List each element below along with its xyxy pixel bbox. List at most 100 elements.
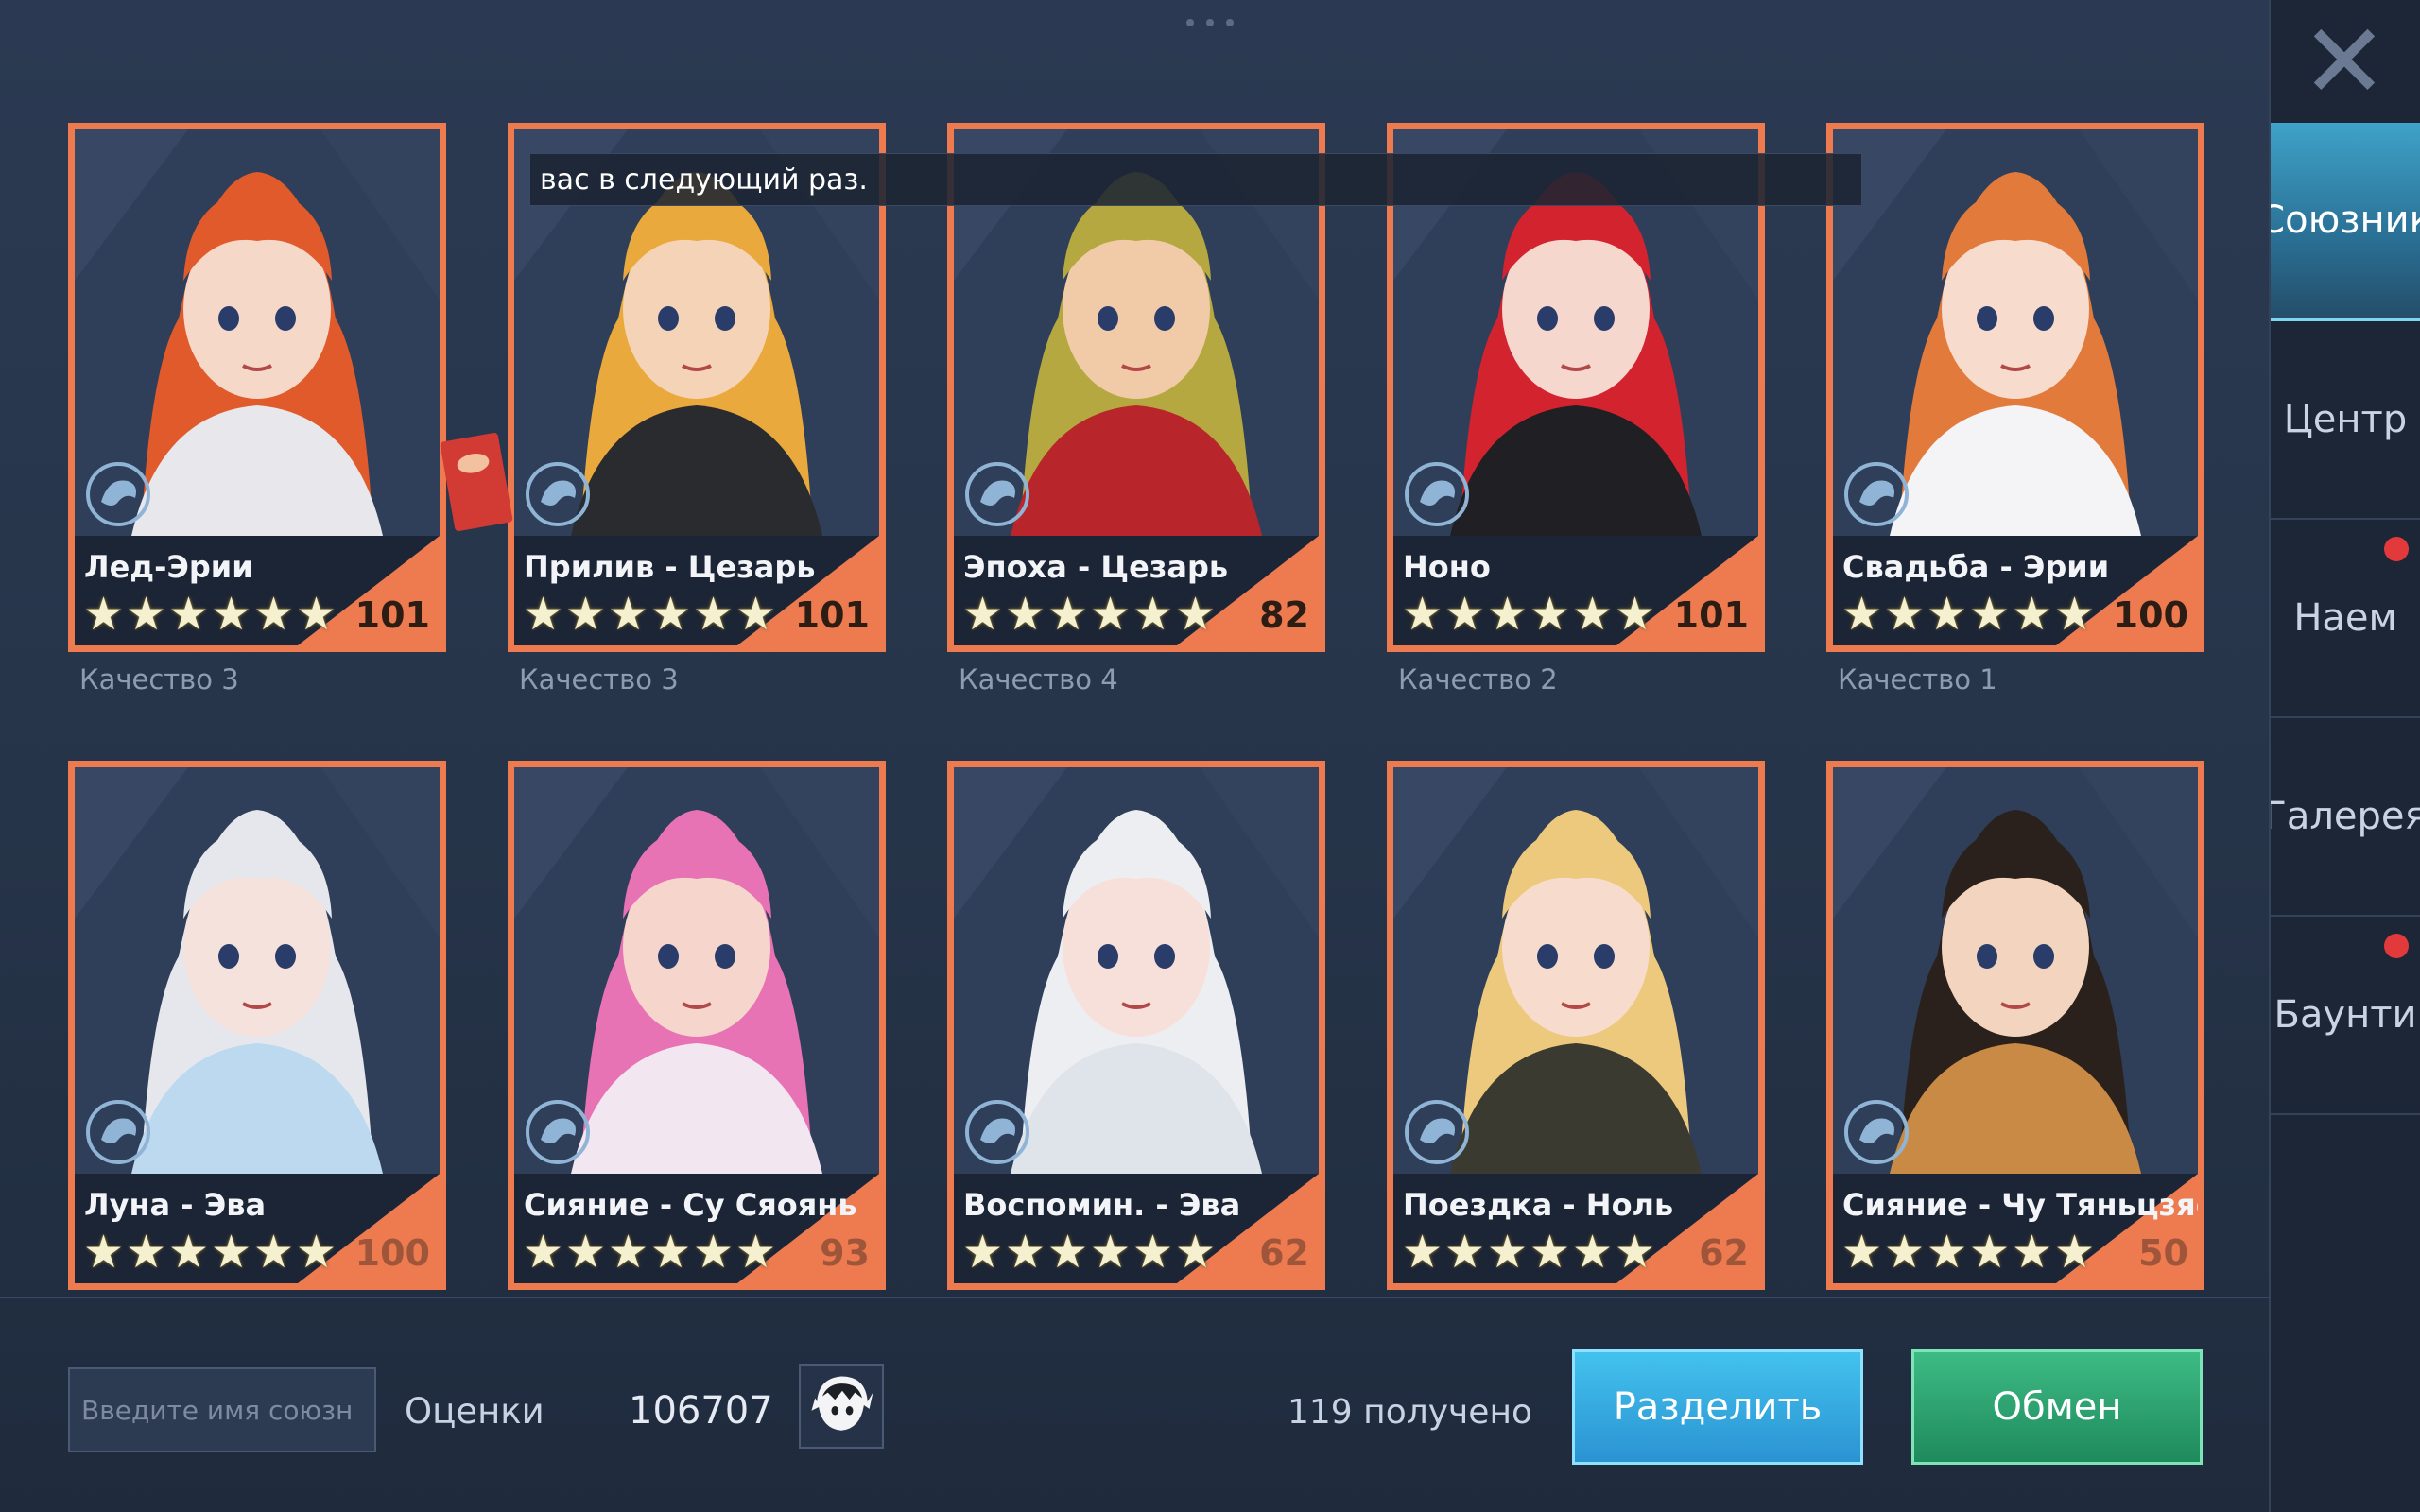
ally-card[interactable]: Лед-Эрии ★ ★ ★ ★ ★ ★ 101 Качество 3 — [68, 123, 446, 709]
rating-value: 106707 — [629, 1389, 773, 1433]
card-body: Сияние - Су Сяоянь ★ ★ ★ ★ ★ ★ 93 — [514, 767, 879, 1283]
star-icon: ★ — [564, 588, 607, 641]
faction-emblem-icon — [1405, 462, 1469, 526]
star-icon: ★ — [522, 1226, 564, 1279]
star-icon: ★ — [1401, 588, 1443, 641]
star-icon: ★ — [1529, 1226, 1571, 1279]
nav-item-4[interactable]: Баунти — [2271, 917, 2420, 1115]
star-icon: ★ — [82, 1226, 125, 1279]
ally-card[interactable]: Луна - Эва ★ ★ ★ ★ ★ ★ 100 — [68, 761, 446, 1347]
card-body: Сияние - Чу Тяньцзяо ★ ★ ★ ★ ★ ★ 50 — [1833, 767, 2198, 1283]
ally-card[interactable]: Прилив - Цезарь ★ ★ ★ ★ ★ ★ 101 Качество 3 — [508, 123, 886, 709]
quality-label: Качество 2 — [1398, 663, 1558, 696]
nav-item-label: Союзник — [2271, 198, 2420, 242]
ally-card[interactable]: Эпоха - Цезарь ★ ★ ★ ★ ★ ★ 82 Качество 4 — [947, 123, 1325, 709]
star-icon: ★ — [252, 588, 295, 641]
close-button[interactable]: ✕ — [2269, 0, 2420, 123]
ally-card[interactable]: Сияние - Чу Тяньцзяо ★ ★ ★ ★ ★ ★ 50 — [1826, 761, 2204, 1347]
star-rating: ★ ★ ★ ★ ★ ★ — [522, 1228, 777, 1276]
character-level: 62 — [1699, 1232, 1749, 1274]
card-body: Воспомин. - Эва ★ ★ ★ ★ ★ ★ 62 — [954, 767, 1319, 1283]
nav-item-label: Центр — [2283, 398, 2408, 441]
chibi-avatar-icon — [811, 1376, 873, 1431]
star-icon: ★ — [1174, 1226, 1217, 1279]
star-icon: ★ — [1614, 1226, 1656, 1279]
star-icon: ★ — [607, 1226, 649, 1279]
split-button[interactable]: Разделить — [1572, 1349, 1863, 1465]
faction-emblem-icon — [965, 462, 1029, 526]
star-rating: ★ ★ ★ ★ ★ ★ — [522, 591, 777, 638]
star-icon: ★ — [1174, 588, 1217, 641]
drag-handle[interactable] — [1186, 17, 1234, 28]
star-icon: ★ — [1968, 588, 2011, 641]
star-icon: ★ — [961, 588, 1004, 641]
star-icon: ★ — [1529, 588, 1571, 641]
notification-dot-icon — [2384, 934, 2409, 958]
faction-emblem-icon — [526, 1100, 590, 1164]
ally-card[interactable]: Сияние - Су Сяоянь ★ ★ ★ ★ ★ ★ 93 — [508, 761, 886, 1347]
star-icon: ★ — [1926, 588, 1968, 641]
star-icon: ★ — [1004, 1226, 1046, 1279]
character-name: Поездка - Ноль — [1403, 1187, 1674, 1223]
card-body: Лед-Эрии ★ ★ ★ ★ ★ ★ 101 — [75, 129, 440, 645]
star-icon: ★ — [2011, 1226, 2053, 1279]
card-frame: Луна - Эва ★ ★ ★ ★ ★ ★ 100 — [68, 761, 446, 1290]
star-icon: ★ — [1486, 588, 1529, 641]
character-level: 101 — [354, 594, 430, 636]
star-rating: ★ ★ ★ ★ ★ ★ — [961, 1228, 1217, 1276]
star-icon: ★ — [735, 588, 777, 641]
star-icon: ★ — [167, 588, 210, 641]
star-icon: ★ — [1443, 588, 1486, 641]
nav-item-3[interactable]: Галерея — [2271, 718, 2420, 917]
star-icon: ★ — [1486, 1226, 1529, 1279]
star-icon: ★ — [2053, 1226, 2096, 1279]
received-count: 119 получено — [1288, 1393, 1533, 1432]
star-icon: ★ — [2011, 588, 2053, 641]
exchange-button[interactable]: Обмен — [1911, 1349, 2203, 1465]
nav-item-2[interactable]: Наем — [2271, 520, 2420, 718]
star-icon: ★ — [125, 588, 167, 641]
star-icon: ★ — [2053, 588, 2096, 641]
ally-card[interactable]: Воспомин. - Эва ★ ★ ★ ★ ★ ★ 62 — [947, 761, 1325, 1347]
character-name: Свадьба - Эрии — [1842, 549, 2110, 585]
star-icon: ★ — [564, 1226, 607, 1279]
faction-emblem-icon — [1405, 1100, 1469, 1164]
star-icon: ★ — [295, 588, 337, 641]
card-body: Эпоха - Цезарь ★ ★ ★ ★ ★ ★ 82 — [954, 129, 1319, 645]
star-icon: ★ — [1883, 1226, 1926, 1279]
card-frame: Свадьба - Эрии ★ ★ ★ ★ ★ ★ 100 — [1826, 123, 2204, 652]
card-body: Луна - Эва ★ ★ ★ ★ ★ ★ 100 — [75, 767, 440, 1283]
star-icon: ★ — [1046, 588, 1089, 641]
ally-name-search-input[interactable] — [68, 1367, 376, 1452]
character-name: Сияние - Су Сяоянь — [524, 1187, 857, 1223]
quality-label: Качество 1 — [1838, 663, 1997, 696]
nav-item-0[interactable]: Союзник — [2271, 123, 2420, 321]
rating-avatar-button[interactable] — [799, 1364, 884, 1449]
star-rating: ★ ★ ★ ★ ★ ★ — [82, 1228, 337, 1276]
ally-card[interactable]: Свадьба - Эрии ★ ★ ★ ★ ★ ★ 100 Качество 1 — [1826, 123, 2204, 709]
character-name: Ноно — [1403, 549, 1491, 585]
star-icon: ★ — [252, 1226, 295, 1279]
nav-item-label: Баунти — [2273, 993, 2417, 1037]
notification-text: вас в следующий раз. — [540, 163, 868, 197]
star-icon: ★ — [125, 1226, 167, 1279]
nav-item-1[interactable]: Центр — [2271, 321, 2420, 520]
star-icon: ★ — [607, 588, 649, 641]
faction-emblem-icon — [1844, 1100, 1909, 1164]
star-icon: ★ — [167, 1226, 210, 1279]
character-level: 100 — [2113, 594, 2188, 636]
rating-label: Оценки — [405, 1391, 544, 1432]
ally-card[interactable]: Поездка - Ноль ★ ★ ★ ★ ★ ★ 62 — [1387, 761, 1765, 1347]
star-icon: ★ — [210, 1226, 252, 1279]
ally-card[interactable]: Ноно ★ ★ ★ ★ ★ ★ 101 Качество 2 — [1387, 123, 1765, 709]
quality-label: Качество 3 — [79, 663, 239, 696]
card-body: Прилив - Цезарь ★ ★ ★ ★ ★ ★ 101 — [514, 129, 879, 645]
star-icon: ★ — [1841, 588, 1883, 641]
star-icon: ★ — [961, 1226, 1004, 1279]
star-icon: ★ — [1443, 1226, 1486, 1279]
star-icon: ★ — [1004, 588, 1046, 641]
card-frame: Сияние - Чу Тяньцзяо ★ ★ ★ ★ ★ ★ 50 — [1826, 761, 2204, 1290]
character-level: 100 — [354, 1232, 430, 1274]
faction-emblem-icon — [86, 1100, 150, 1164]
character-level: 101 — [794, 594, 870, 636]
